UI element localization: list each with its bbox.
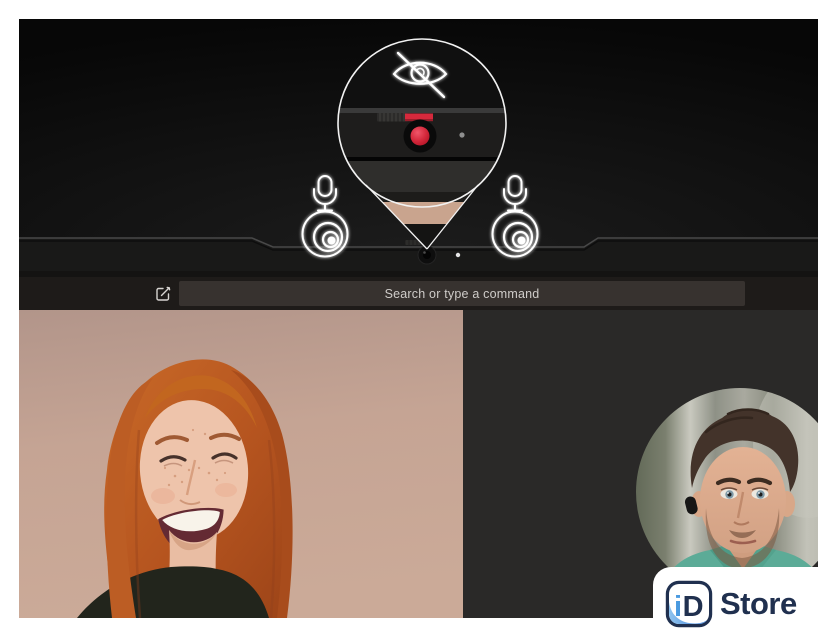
magnified-led [459,132,464,137]
svg-text:iD: iD [674,591,704,623]
camera-shutter-closed [404,120,437,153]
compose-button[interactable] [155,285,172,302]
laptop-screen: Search or type a command [19,19,818,618]
search-placeholder: Search or type a command [385,287,540,301]
teams-title-bar: Search or type a command [19,277,818,310]
marketing-screenshot: Search or type a command [0,0,840,640]
store-logo: iD Store [653,567,840,640]
self-view-avatar [636,388,818,596]
search-input[interactable]: Search or type a command [179,281,745,306]
laptop-bezel [19,19,818,277]
logo-i: i [674,591,682,623]
camera-led [456,253,460,257]
remote-participant-video [19,310,463,618]
logo-badge: iD [665,580,713,628]
compose-icon [157,287,170,300]
logo-d: D [683,591,704,623]
logo-wordmark: Store [720,586,797,622]
